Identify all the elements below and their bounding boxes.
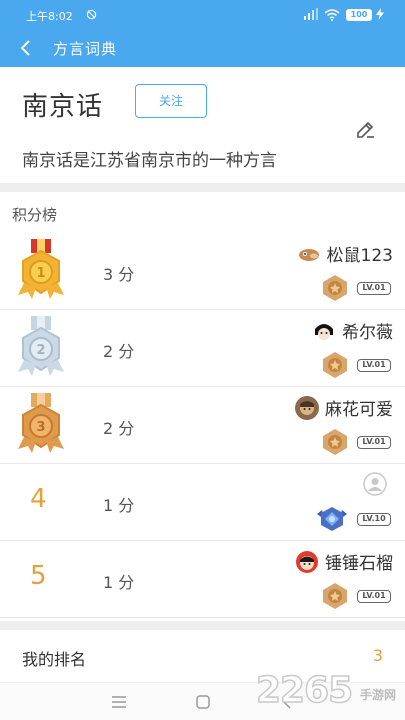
my-rank-label: 我的排名 <box>22 650 87 669</box>
user[interactable]: 锤锤石榴 <box>295 549 393 574</box>
leaderboard-row[interactable]: 4 1 分 LV.10 <box>0 464 405 541</box>
level-medal-icon <box>323 429 347 455</box>
watermark-logo: 2265 手游网 <box>255 669 401 718</box>
username: 希尔薇 <box>342 323 393 343</box>
avatar <box>295 395 319 420</box>
avatar <box>295 549 319 574</box>
rank-number: 4 <box>30 484 47 514</box>
level-medal-icon <box>317 507 347 531</box>
silver-medal-icon: 2 <box>18 316 64 376</box>
leaderboard-row[interactable]: 2 2 分 希尔薇 LV.01 <box>0 310 405 387</box>
avatar <box>296 241 321 266</box>
follow-button[interactable]: 关注 <box>135 84 207 118</box>
gold-medal-icon: 1 <box>18 239 64 299</box>
section-divider <box>0 183 405 192</box>
svg-text:2: 2 <box>36 343 45 358</box>
score: 2 分 <box>103 419 135 438</box>
app-bar: 方言词典 <box>0 30 405 67</box>
bronze-medal-icon: 3 <box>18 393 64 453</box>
leaderboard-row[interactable]: 3 2 分 麻花可爱 LV.01 <box>0 387 405 464</box>
level-medal-icon <box>323 583 347 609</box>
user[interactable] <box>363 472 393 496</box>
user[interactable]: 希尔薇 <box>312 318 393 343</box>
section-divider <box>0 621 405 630</box>
default-avatar-icon <box>363 472 387 496</box>
rank-number: 5 <box>30 561 47 591</box>
svg-text:3: 3 <box>36 420 45 435</box>
level-badges: LV.01 <box>321 273 391 303</box>
username: 锤锤石榴 <box>325 554 393 574</box>
level-badges: LV.01 <box>321 350 391 380</box>
score: 1 分 <box>103 496 135 515</box>
wifi-icon <box>324 9 340 21</box>
score: 1 分 <box>103 573 135 592</box>
username: 松鼠123 <box>326 246 393 266</box>
home-icon[interactable] <box>196 695 210 709</box>
battery-icon: 100 <box>346 9 372 21</box>
watermark-sub: 手游网 <box>360 688 397 702</box>
score: 2 分 <box>103 342 135 361</box>
leaderboard-row[interactable]: 5 1 分 锤锤石榴 LV.01 <box>0 541 405 618</box>
page-title: 方言词典 <box>53 40 118 58</box>
level-badges: LV.01 <box>321 427 391 457</box>
dialect-name: 南京话 <box>22 92 104 122</box>
my-rank-value: 3 <box>372 646 383 665</box>
score: 3 分 <box>103 265 135 284</box>
edit-icon[interactable] <box>355 118 377 140</box>
level-tag: LV.01 <box>357 435 391 449</box>
back-arrow-icon[interactable] <box>16 38 36 58</box>
user[interactable]: 松鼠123 <box>296 241 393 266</box>
level-medal-icon <box>323 275 347 301</box>
leaderboard-row[interactable]: 1 3 分 松鼠123 LV.01 <box>0 233 405 310</box>
status-time: 上午8:02 <box>26 10 73 23</box>
level-tag: LV.01 <box>357 589 391 603</box>
level-medal-icon <box>323 352 347 378</box>
signal-icon <box>304 8 318 20</box>
avatar <box>312 318 336 343</box>
svg-text:1: 1 <box>36 266 45 281</box>
dialect-description: 南京话是江苏省南京市的一种方言 <box>22 151 277 171</box>
status-bar: 上午8:02 100 <box>0 0 405 30</box>
charging-icon <box>376 8 384 20</box>
do-not-disturb-icon <box>86 9 97 20</box>
level-tag: LV.01 <box>357 281 391 295</box>
level-tag: LV.10 <box>357 512 391 526</box>
menu-icon[interactable] <box>112 696 126 708</box>
level-badges: LV.10 <box>315 504 391 534</box>
user[interactable]: 麻花可爱 <box>295 395 393 420</box>
watermark-main: 2265 <box>255 669 354 712</box>
level-tag: LV.01 <box>357 358 391 372</box>
level-badges: LV.01 <box>321 581 391 611</box>
username: 麻花可爱 <box>325 400 393 420</box>
leaderboard-title: 积分榜 <box>12 206 58 224</box>
